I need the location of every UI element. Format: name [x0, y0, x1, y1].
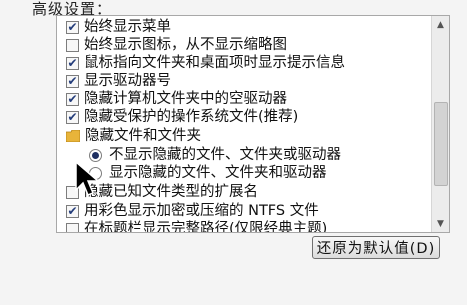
checkbox-checked[interactable]: ✔ [66, 56, 79, 70]
folder-icon [66, 130, 80, 142]
settings-item-label: 隐藏已知文件类型的扩展名 [84, 184, 258, 200]
radio-dot [92, 151, 99, 159]
settings-item-radio[interactable]: 显示隐藏的文件、文件夹和驱动器 [57, 164, 417, 182]
checkbox-unchecked[interactable] [66, 222, 79, 232]
settings-item-label: 在标题栏显示完整路径(仅限经典主题) [84, 221, 328, 233]
scrollbar[interactable]: ▲ ▼ [431, 16, 449, 232]
settings-item-label: 隐藏文件和文件夹 [85, 128, 201, 144]
restore-defaults-button[interactable]: 还原为默认值(D) [312, 236, 440, 259]
scroll-thumb[interactable] [434, 102, 448, 186]
mouse-cursor-icon [75, 160, 101, 196]
settings-item-checkbox[interactable]: ✔ 隐藏受保护的操作系统文件(推荐) [57, 108, 417, 126]
settings-item-checkbox[interactable]: ✔ 始终显示菜单 [57, 18, 417, 36]
settings-item-checkbox[interactable]: ✔ 鼠标指向文件夹和桌面项时显示提示信息 [57, 54, 417, 72]
settings-item-checkbox[interactable]: 始终显示图标，从不显示缩略图 [57, 36, 417, 54]
settings-item-checkbox[interactable]: 在标题栏显示完整路径(仅限经典主题) [57, 220, 417, 233]
settings-item-label: 鼠标指向文件夹和桌面项时显示提示信息 [84, 55, 345, 71]
settings-item-label: 显示驱动器号 [84, 73, 171, 89]
settings-item-label: 隐藏受保护的操作系统文件(推荐) [84, 109, 299, 125]
checkbox-checked[interactable]: ✔ [66, 110, 79, 124]
settings-item-checkbox[interactable]: ✔ 显示驱动器号 [57, 72, 417, 90]
settings-item-folder: 隐藏文件和文件夹 [57, 127, 417, 145]
checkbox-unchecked[interactable] [66, 38, 79, 52]
checkbox-checked[interactable]: ✔ [66, 92, 79, 106]
settings-item-label: 始终显示图标，从不显示缩略图 [84, 37, 287, 53]
checkbox-checked[interactable]: ✔ [66, 74, 79, 88]
settings-item-checkbox[interactable]: ✔ 隐藏计算机文件夹中的空驱动器 [57, 90, 417, 108]
scroll-down-icon[interactable]: ▼ [432, 215, 449, 232]
checkbox-checked[interactable]: ✔ [66, 204, 79, 218]
settings-item-label: 始终显示菜单 [84, 19, 171, 35]
settings-item-label: 显示隐藏的文件、文件夹和驱动器 [109, 165, 327, 181]
scroll-up-icon[interactable]: ▲ [432, 16, 449, 33]
settings-item-checkbox[interactable]: 隐藏已知文件类型的扩展名 [57, 183, 417, 201]
settings-item-label: 不显示隐藏的文件、文件夹或驱动器 [109, 147, 341, 163]
checkbox-checked[interactable]: ✔ [66, 20, 79, 34]
settings-item-label: 用彩色显示加密或压缩的 NTFS 文件 [84, 203, 319, 219]
settings-item-checkbox[interactable]: ✔ 用彩色显示加密或压缩的 NTFS 文件 [57, 202, 417, 220]
settings-item-label: 隐藏计算机文件夹中的空驱动器 [84, 91, 287, 107]
advanced-settings-list[interactable]: ✔ 始终显示菜单始终显示图标，从不显示缩略图 ✔ 鼠标指向文件夹和桌面项时显示提示信息… [56, 15, 450, 233]
settings-item-radio[interactable]: 不显示隐藏的文件、文件夹或驱动器 [57, 146, 417, 164]
